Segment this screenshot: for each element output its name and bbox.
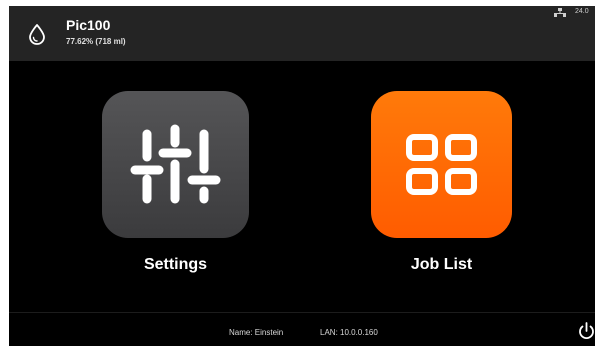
footer-divider [9,312,595,313]
lan-address: LAN: 10.0.0.160 [320,328,378,337]
settings-label: Settings [143,256,208,273]
settings-button[interactable] [102,91,249,238]
material-level: 77.62% (718 ml) [66,37,126,46]
status-header: Pic100 77.62% (718 ml) 24.0 [9,6,595,61]
network-icon [554,8,566,17]
job-list-label: Job List [410,256,473,273]
power-icon[interactable] [578,322,595,340]
screen: Pic100 77.62% (718 ml) 24.0 Settings Job… [9,6,595,346]
water-drop-icon [29,24,45,45]
grid-icon [406,134,477,195]
job-list-button[interactable] [371,91,512,238]
clock: 24.0 [575,8,589,15]
sliders-icon [130,124,221,204]
material-name: Pic100 [66,17,111,33]
device-name: Name: Einstein [229,328,284,337]
